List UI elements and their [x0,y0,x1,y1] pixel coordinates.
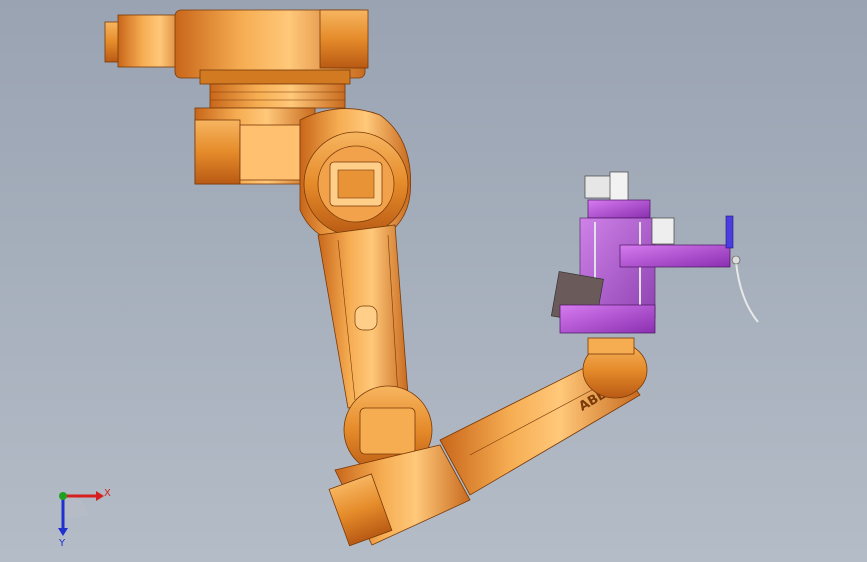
wrist-joint[interactable] [582,337,648,399]
shoulder-joint[interactable] [299,108,411,246]
upper-arm[interactable] [317,224,409,409]
x-axis-label: X [104,488,111,499]
robot-model-view[interactable]: ABB [0,0,867,562]
y-axis-label: Y [58,538,66,548]
axis-triad: X Y [58,488,111,548]
cad-viewport[interactable]: ABB X Y [0,0,867,562]
end-effector-tool[interactable] [550,171,759,334]
